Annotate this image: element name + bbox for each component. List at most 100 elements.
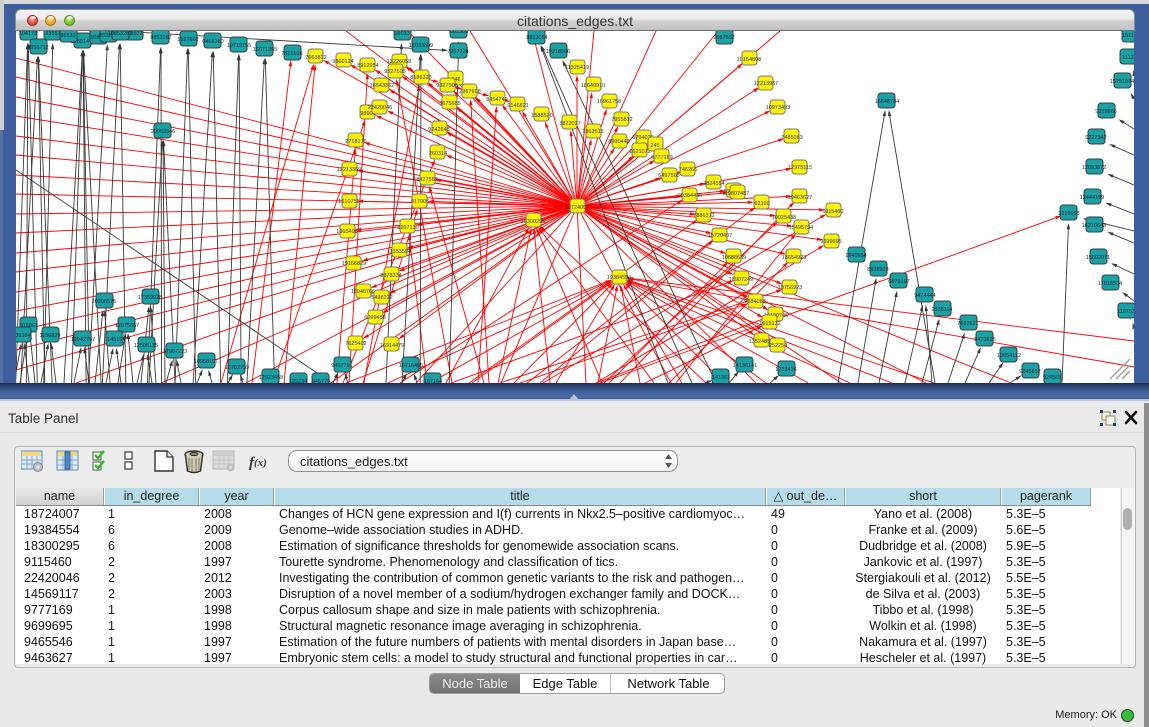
- svg-text:9227342: 9227342: [1085, 135, 1106, 141]
- svg-text:7625402: 7625402: [345, 341, 366, 347]
- svg-text:141361: 141361: [712, 375, 730, 381]
- svg-text:1527602: 1527602: [177, 37, 198, 43]
- svg-text:20364436: 20364436: [678, 193, 702, 199]
- svg-text:16671355: 16671355: [253, 47, 277, 53]
- svg-text:8938923: 8938923: [867, 267, 888, 273]
- svg-text:10719155: 10719155: [227, 43, 251, 49]
- svg-text:104173: 104173: [19, 31, 37, 37]
- svg-text:8427552: 8427552: [416, 177, 437, 183]
- svg-text:10958107: 10958107: [194, 359, 218, 365]
- svg-text:9084067: 9084067: [744, 299, 765, 305]
- svg-text:746266: 746266: [679, 167, 697, 173]
- svg-text:8878334: 8878334: [380, 273, 401, 279]
- svg-text:9329966: 9329966: [1095, 109, 1116, 115]
- svg-text:1610755: 1610755: [338, 199, 359, 205]
- svg-text:19756923: 19756923: [778, 285, 802, 291]
- svg-text:12213369: 12213369: [337, 167, 361, 173]
- svg-text:3675685: 3675685: [439, 101, 460, 107]
- svg-text:245: 245: [650, 143, 659, 149]
- svg-text:1362615: 1362615: [582, 129, 603, 135]
- svg-text:62160: 62160: [754, 201, 769, 207]
- svg-text:9327505: 9327505: [384, 69, 405, 75]
- svg-text:1588520: 1588520: [531, 113, 552, 119]
- svg-text:8912954: 8912954: [357, 63, 378, 69]
- svg-text:9474444: 9474444: [914, 293, 935, 299]
- svg-text:7955812: 7955812: [611, 117, 632, 123]
- svg-text:1621072: 1621072: [629, 149, 650, 155]
- svg-text:5498222: 5498222: [371, 295, 392, 301]
- svg-text:1145194: 1145194: [104, 337, 125, 343]
- svg-text:6497568: 6497568: [658, 173, 679, 179]
- svg-text:93557: 93557: [45, 31, 60, 37]
- svg-text:9115460: 9115460: [822, 209, 843, 215]
- svg-text:18907249: 18907249: [729, 277, 753, 283]
- svg-text:11325419: 11325419: [565, 65, 589, 71]
- svg-text:12213967: 12213967: [754, 81, 778, 87]
- svg-text:16033: 16033: [394, 31, 409, 37]
- svg-text:15692971: 15692971: [1086, 255, 1110, 261]
- svg-text:1640954: 1640954: [845, 253, 866, 259]
- svg-text:157164: 157164: [424, 379, 442, 383]
- svg-text:19166829: 19166829: [342, 261, 366, 267]
- svg-text:10688639: 10688639: [722, 255, 746, 261]
- svg-text:3215958: 3215958: [1058, 211, 1079, 217]
- svg-text:16543362: 16543362: [370, 83, 394, 89]
- svg-text:12975115: 12975115: [788, 165, 812, 171]
- svg-text:1156829: 1156829: [39, 333, 60, 339]
- svg-text:12093872: 12093872: [1082, 165, 1106, 171]
- svg-text:9242848: 9242848: [428, 127, 449, 133]
- svg-text:17016504: 17016504: [1098, 281, 1122, 287]
- svg-text:9146821: 9146821: [507, 103, 528, 109]
- svg-text:9860124: 9860124: [332, 59, 353, 65]
- svg-text:18640910: 18640910: [581, 83, 605, 89]
- svg-text:3822037: 3822037: [559, 121, 580, 127]
- svg-text:945779: 945779: [312, 379, 330, 383]
- svg-text:8990448: 8990448: [608, 139, 629, 145]
- svg-text:(x): (x): [254, 457, 267, 469]
- svg-text:20206576: 20206576: [92, 299, 116, 305]
- svg-text:15720407: 15720407: [708, 233, 732, 239]
- svg-text:16648784: 16648784: [875, 99, 899, 105]
- svg-text:10853287: 10853287: [108, 31, 132, 37]
- svg-text:10654112: 10654112: [997, 353, 1021, 359]
- svg-text:9245652: 9245652: [1019, 369, 1040, 375]
- svg-text:8471626: 8471626: [974, 337, 995, 343]
- svg-text:3267130: 3267130: [397, 225, 418, 231]
- svg-text:11353594: 11353594: [387, 249, 411, 255]
- svg-text:20053346: 20053346: [151, 129, 175, 135]
- svg-text:2935114: 2935114: [931, 307, 952, 313]
- svg-text:19384554: 19384554: [607, 275, 631, 281]
- svg-text:129234: 129234: [289, 379, 307, 383]
- svg-text:7632621: 7632621: [957, 321, 978, 327]
- svg-text:16914479: 16914479: [380, 343, 404, 349]
- svg-text:10807487: 10807487: [725, 191, 749, 197]
- svg-text:9777169: 9777169: [651, 155, 672, 161]
- svg-text:9853287: 9853287: [150, 35, 171, 41]
- svg-text:1112: 1112: [1122, 55, 1133, 61]
- svg-text:10973493: 10973493: [766, 105, 790, 111]
- svg-text:151107: 151107: [1122, 33, 1134, 39]
- svg-text:1965498: 1965498: [336, 229, 357, 235]
- svg-text:116753: 116753: [1117, 309, 1134, 315]
- svg-text:8186328: 8186328: [410, 75, 431, 81]
- svg-text:17359928: 17359928: [138, 295, 162, 301]
- svg-text:6879197: 6879197: [888, 279, 909, 285]
- svg-text:12975667: 12975667: [115, 323, 139, 329]
- svg-text:6466160: 6466160: [202, 39, 223, 45]
- svg-text:9699695: 9699695: [820, 239, 841, 245]
- svg-text:9327508: 9327508: [436, 83, 457, 89]
- svg-text:2087682: 2087682: [713, 35, 734, 41]
- svg-text:8813054: 8813054: [526, 35, 547, 41]
- svg-text:7515526: 7515526: [281, 51, 302, 57]
- svg-text:1615132: 1615132: [759, 321, 780, 327]
- svg-text:16961758: 16961758: [597, 99, 621, 105]
- svg-text:881305: 881305: [450, 31, 468, 35]
- svg-text:18654923: 18654923: [782, 255, 806, 261]
- svg-text:10154808: 10154808: [737, 57, 761, 63]
- svg-text:16033809: 16033809: [409, 43, 433, 49]
- svg-text:917006: 917006: [411, 199, 429, 205]
- svg-text:15495794: 15495794: [789, 225, 813, 231]
- svg-text:12923468: 12923468: [259, 375, 283, 381]
- svg-text:10025438: 10025438: [772, 215, 796, 221]
- svg-text:12942757: 12942757: [71, 337, 95, 343]
